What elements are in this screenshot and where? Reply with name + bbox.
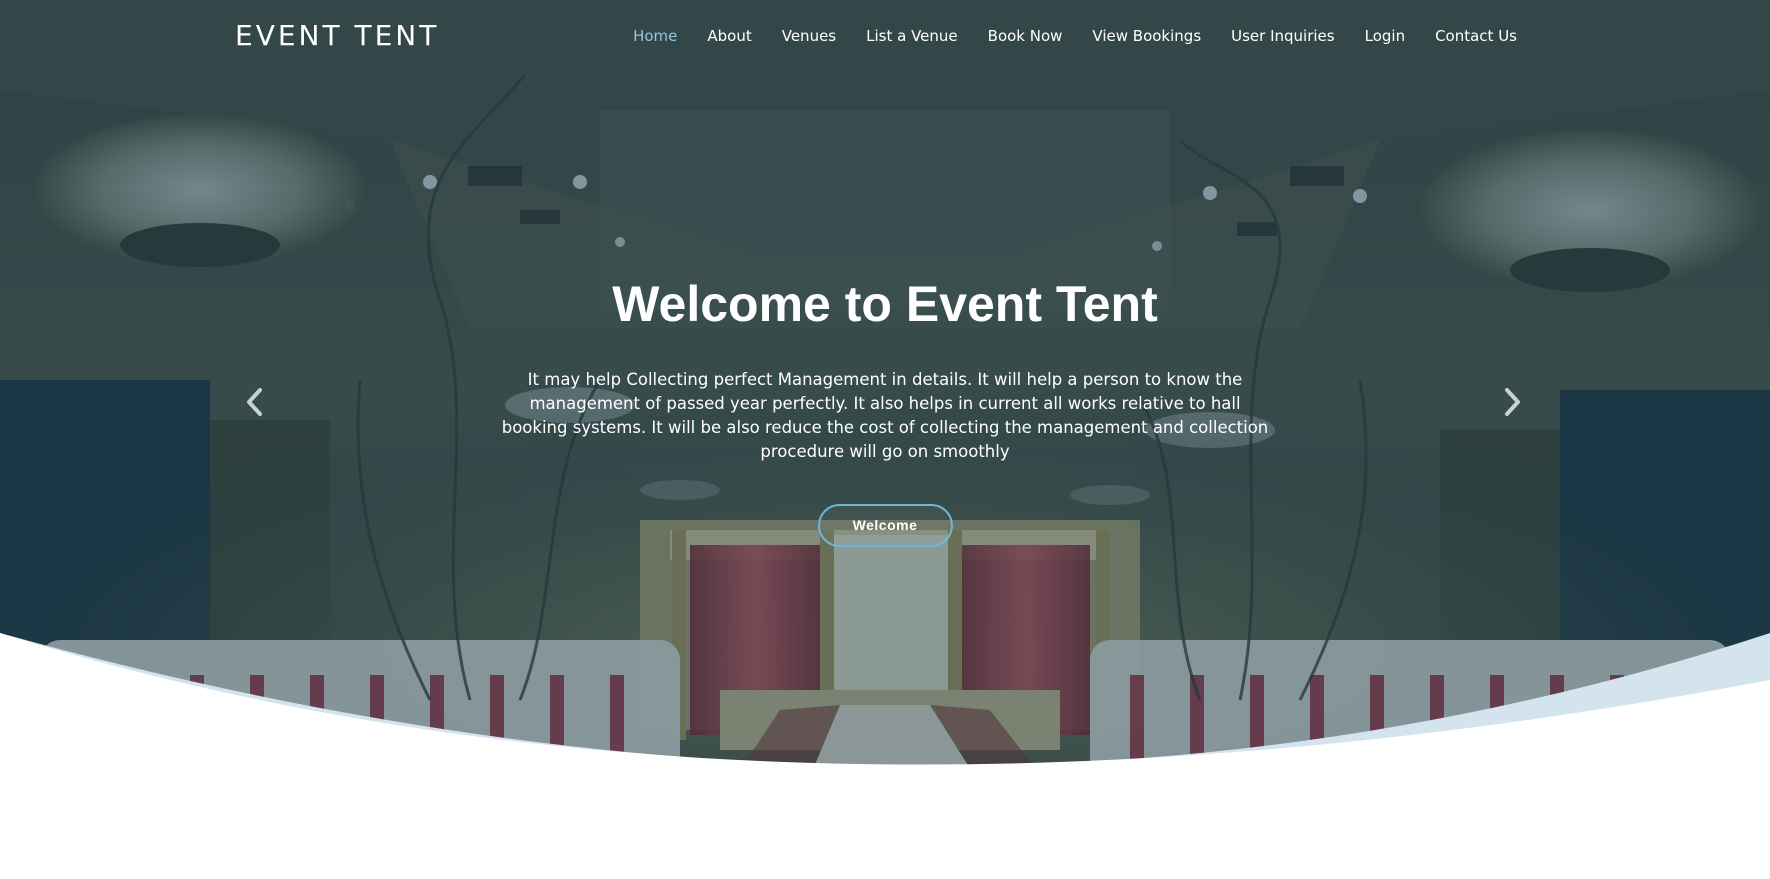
hero-content: Welcome to Event Tent It may help Collec…	[485, 268, 1285, 547]
nav-item-home[interactable]: Home	[618, 24, 692, 48]
welcome-button[interactable]: Welcome	[817, 504, 953, 547]
chevron-left-icon[interactable]	[240, 385, 270, 419]
nav-item-contact-us[interactable]: Contact Us	[1420, 24, 1532, 48]
nav-item-about[interactable]: About	[692, 24, 766, 48]
top-navbar: EVENT TENT Home About Venues List a Venu…	[0, 0, 1770, 72]
nav-item-login[interactable]: Login	[1350, 24, 1420, 48]
nav-item-book-now[interactable]: Book Now	[973, 24, 1078, 48]
hero-title: Welcome to Event Tent	[612, 276, 1158, 332]
nav-item-venues[interactable]: Venues	[767, 24, 851, 48]
chevron-right-icon[interactable]	[1497, 385, 1527, 419]
hero-section: EVENT TENT Home About Venues List a Venu…	[0, 0, 1770, 879]
brand-logo[interactable]: EVENT TENT	[235, 16, 439, 56]
hero-description: It may help Collecting perfect Managemen…	[501, 370, 1269, 461]
nav-item-list-a-venue[interactable]: List a Venue	[851, 24, 973, 48]
nav-item-user-inquiries[interactable]: User Inquiries	[1216, 24, 1349, 48]
main-nav: Home About Venues List a Venue Book Now …	[618, 24, 1532, 48]
nav-item-view-bookings[interactable]: View Bookings	[1077, 24, 1216, 48]
